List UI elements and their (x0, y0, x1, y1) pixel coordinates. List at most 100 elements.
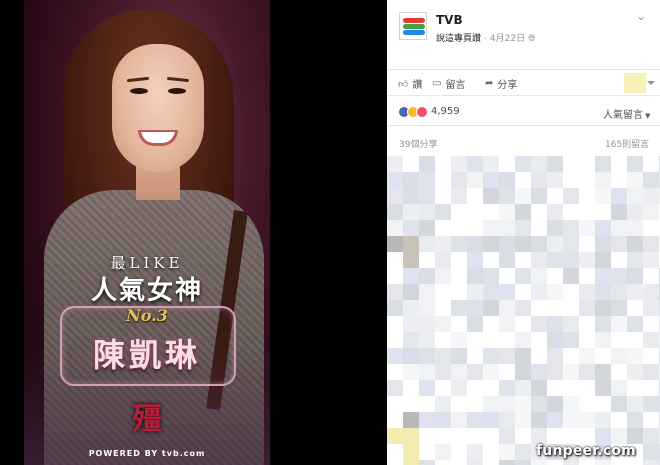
pixel-block (643, 236, 659, 252)
pixel-block (499, 412, 515, 428)
pixel-block (499, 460, 515, 465)
pixel-block (611, 300, 627, 316)
pixel-block (595, 284, 611, 300)
page-avatar[interactable] (399, 12, 427, 40)
like-button[interactable]: 👍︎ 讚 (398, 76, 422, 92)
pixel-block (515, 204, 531, 220)
pixel-block (595, 380, 611, 396)
pixel-block (563, 332, 579, 348)
pixel-block (611, 188, 627, 204)
pixel-block (435, 236, 451, 252)
pixel-block (515, 268, 531, 284)
pixel-block (515, 412, 531, 428)
pixel-block (499, 316, 515, 332)
pixel-block (451, 188, 467, 204)
pixel-block (403, 172, 419, 188)
poster-actress-name: 陳凱琳 (92, 336, 201, 374)
pixel-block (451, 380, 467, 396)
pixel-block (547, 316, 563, 332)
pixel-block (627, 364, 643, 380)
pixel-block (531, 236, 547, 252)
pixel-block (531, 156, 547, 172)
post-as-avatar-selector[interactable] (624, 73, 655, 93)
love-reaction-icon[interactable] (416, 106, 428, 118)
pixel-block (643, 188, 659, 204)
pixel-block (403, 252, 419, 268)
sort-label: 人氣留言 (603, 110, 643, 121)
pixel-block (595, 172, 611, 188)
pixel-block (547, 284, 563, 300)
globe-icon: 🌐︎ (528, 34, 536, 44)
promo-poster: 最LIKE 人氣女神 No.3 陳凱琳 殭 POWERED BY tvb.com (24, 0, 270, 465)
pixel-block (403, 412, 419, 428)
share-button[interactable]: ➦ 分享 (485, 76, 517, 91)
pixel-block (627, 172, 643, 188)
pixel-block (563, 460, 579, 465)
pixel-block (403, 188, 419, 204)
pixel-block (563, 252, 579, 268)
comment-count[interactable]: 165則留言 (605, 137, 649, 150)
pixel-block (643, 332, 659, 348)
pixel-block (531, 268, 547, 284)
pixel-block (435, 252, 451, 268)
share-count[interactable]: 39個分享 (399, 137, 437, 150)
pixel-block (595, 156, 611, 172)
pixel-block (531, 412, 547, 428)
pixel-block (627, 284, 643, 300)
pixel-block (563, 364, 579, 380)
comment-button[interactable]: ▭ 留言 (432, 76, 465, 91)
pixel-block (643, 396, 659, 412)
pixel-block (403, 204, 419, 220)
pixel-block (467, 412, 483, 428)
pixel-block (547, 348, 563, 364)
pixel-block (451, 156, 467, 172)
pixel-block (435, 204, 451, 220)
pixel-block (627, 268, 643, 284)
page-name-link[interactable]: TVB (436, 13, 463, 27)
pixel-block (467, 172, 483, 188)
pixel-block (403, 364, 419, 380)
pixel-block (499, 380, 515, 396)
pixel-block (419, 220, 435, 236)
pixel-block (547, 364, 563, 380)
pixel-block (419, 172, 435, 188)
pixel-block (467, 300, 483, 316)
poster-rank: No.3 (126, 306, 168, 325)
pixel-block (403, 444, 419, 460)
pixel-block (403, 284, 419, 300)
meta-separator: · (484, 34, 487, 44)
pixel-block (435, 444, 451, 460)
pixel-block (467, 236, 483, 252)
pixel-block (643, 428, 659, 444)
pixel-block (419, 316, 435, 332)
pixel-block (595, 316, 611, 332)
pixel-block (563, 220, 579, 236)
pixel-block (483, 300, 499, 316)
pixel-block (467, 460, 483, 465)
pixel-block (563, 188, 579, 204)
pixel-block (467, 364, 483, 380)
post-date[interactable]: 4月22日 (490, 34, 525, 44)
pixel-block (643, 204, 659, 220)
pixel-block (387, 204, 403, 220)
pixel-block (435, 412, 451, 428)
pixel-block (451, 332, 467, 348)
pixel-block (499, 348, 515, 364)
comment-sort-dropdown[interactable]: 人氣留言 ▼ (603, 106, 650, 121)
pixel-block (547, 156, 563, 172)
pixel-block (595, 332, 611, 348)
pixel-block (499, 300, 515, 316)
caret-down-icon: ▼ (645, 112, 651, 120)
pixel-block (515, 348, 531, 364)
pixel-block (467, 444, 483, 460)
tvb-logo-blue-bar (403, 30, 425, 35)
pixel-block (627, 348, 643, 364)
pixel-block (531, 364, 547, 380)
post-author[interactable]: 說這專頁讚 (436, 34, 481, 44)
pixel-block (499, 396, 515, 412)
chevron-down-icon[interactable]: ⌄ (633, 8, 649, 24)
poster-face (112, 44, 204, 172)
pixel-block (403, 300, 419, 316)
reaction-count[interactable]: 4,959 (431, 106, 460, 117)
pixel-block (643, 300, 659, 316)
